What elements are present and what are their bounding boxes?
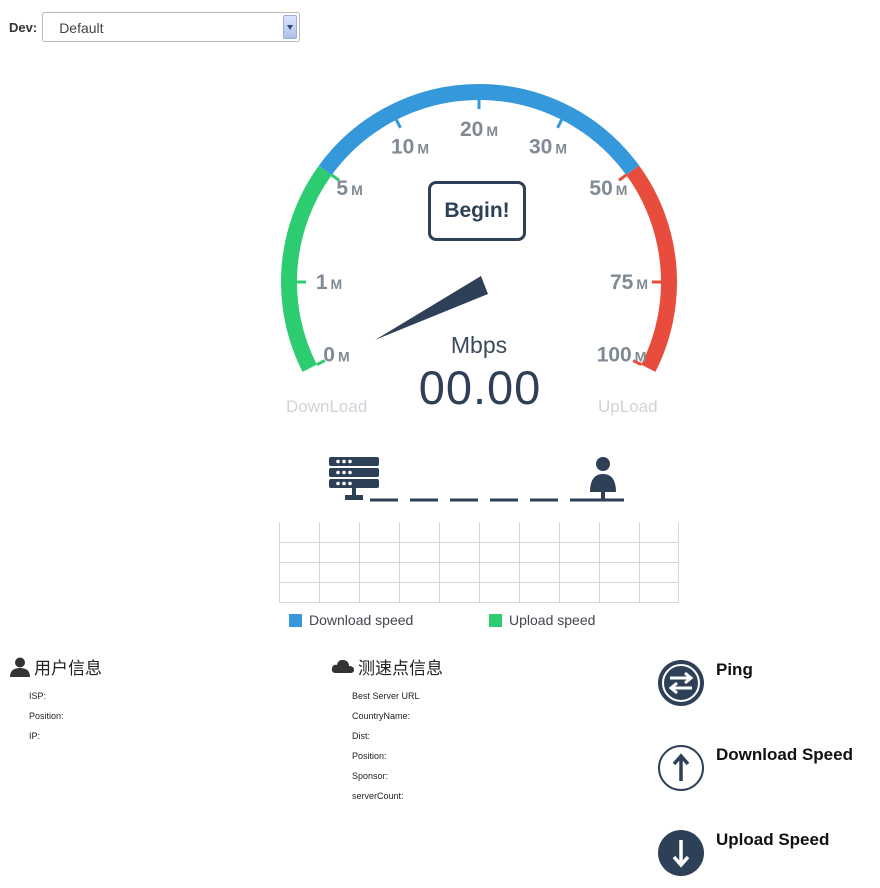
legend-upload-label: Upload speed <box>509 612 596 628</box>
gauge-needle <box>375 276 488 340</box>
stat-upload: Upload Speed <box>658 830 829 876</box>
gauge-tick-label: 30 M <box>529 136 567 159</box>
user-info-title-text: 用户信息 <box>34 659 102 678</box>
gauge-tick-label: 20 M <box>460 118 498 141</box>
begin-button[interactable]: Begin! <box>428 181 526 241</box>
speed-graph <box>279 522 679 603</box>
server-info-url: Best Server URL <box>352 691 420 701</box>
gauge-tick <box>556 119 563 129</box>
gauge-tick-label: 1M <box>316 271 342 294</box>
user-icon <box>10 657 30 677</box>
gauge-tick-label: 50 M <box>589 177 627 200</box>
gauge-tick <box>395 119 402 129</box>
dev-select-value: Default <box>59 20 104 36</box>
legend-upload-swatch <box>489 613 502 627</box>
download-label: DownLoad <box>286 397 368 416</box>
server-info-sponsor: Sponsor: <box>352 771 389 781</box>
gauge-tick-label: 5M <box>336 177 362 200</box>
dev-label: Dev: <box>9 19 38 35</box>
dev-selector-row: Dev: Default <box>9 10 301 44</box>
user-info-position: Position: <box>29 711 64 721</box>
gauge-tick-label: 75 M <box>610 271 648 294</box>
user-info-ip: IP: <box>29 731 41 741</box>
stat-download-label: Download Speed <box>716 745 853 764</box>
user-info-isp: ISP: <box>29 691 47 701</box>
server-info-title-text: 测速点信息 <box>358 659 443 678</box>
chevron-down-icon[interactable] <box>283 15 298 39</box>
server-info-title: 测速点信息 <box>331 654 443 679</box>
stat-ping-label: Ping <box>716 660 753 679</box>
upload-label: UpLoad <box>598 397 658 416</box>
dev-select[interactable]: Default <box>42 12 301 42</box>
ping-swap-icon <box>658 660 704 706</box>
speed-value: 00.00 <box>418 361 542 414</box>
gauge-tick-label: 100 M <box>597 344 647 367</box>
server-info-position: Position: <box>352 751 387 761</box>
server-icon <box>329 457 379 500</box>
legend-upload: Upload speed <box>489 612 595 628</box>
legend-download: Download speed <box>289 612 413 628</box>
client-user-icon <box>590 457 616 500</box>
stat-download: Download Speed <box>658 745 853 791</box>
gauge-tick <box>618 173 628 182</box>
arrow-down-icon <box>658 830 704 876</box>
stat-upload-label: Upload Speed <box>716 830 830 849</box>
gauge-arc-green <box>281 165 332 372</box>
server-info-dist: Dist: <box>352 731 370 741</box>
network-diagram <box>329 457 624 502</box>
server-info-country: CountryName: <box>352 711 411 721</box>
server-info-list: Best Server URL CountryName: Dist: Posit… <box>352 686 420 806</box>
user-info-list: ISP: Position: IP: <box>29 686 64 746</box>
legend-download-label: Download speed <box>309 612 414 628</box>
user-info-title: 用户信息 <box>9 654 102 679</box>
speed-unit: Mbps <box>450 332 508 358</box>
gauge-tick-label: 0M <box>323 344 349 367</box>
server-info-count: serverCount: <box>352 791 404 801</box>
arrow-up-icon <box>658 745 704 791</box>
gauge-tick-label: 10 M <box>391 136 429 159</box>
gauge-arc-red <box>626 165 677 372</box>
legend-download-swatch <box>289 613 302 627</box>
cloud-icon <box>331 659 354 673</box>
stat-ping: Ping <box>658 660 753 706</box>
